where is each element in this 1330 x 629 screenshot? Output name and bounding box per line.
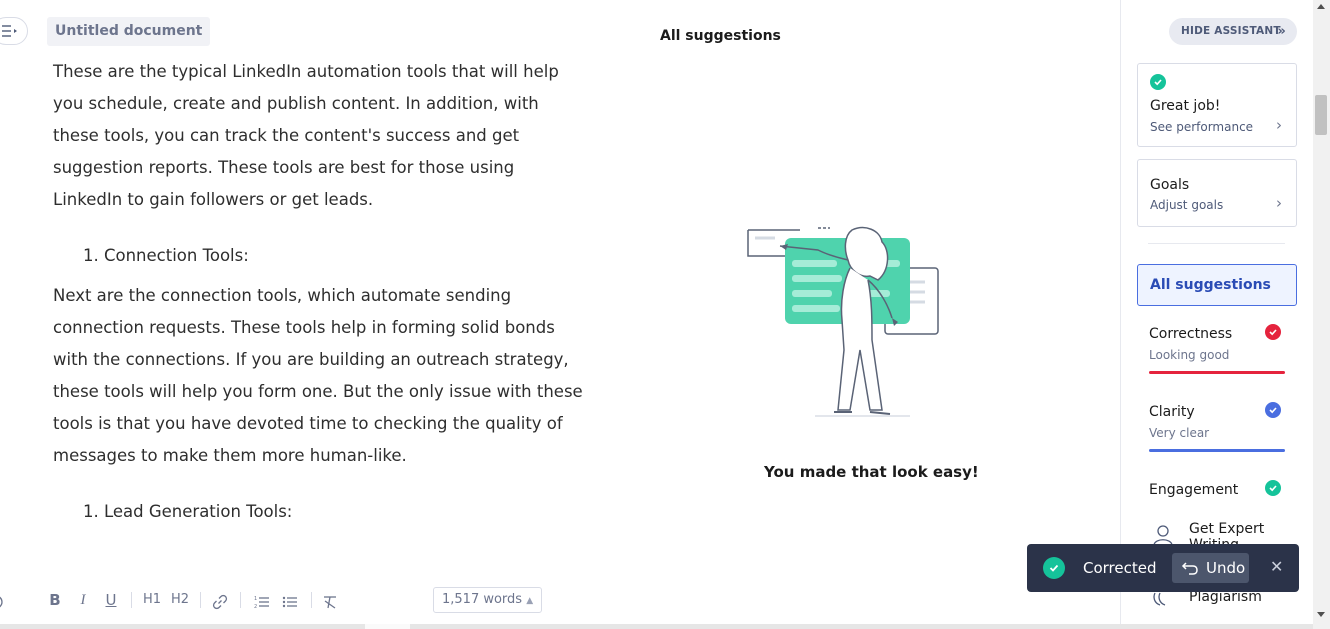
numbered-list-icon[interactable]: 1 2 xyxy=(254,592,270,612)
check-circle-icon xyxy=(1043,557,1065,579)
great-job-title: Great job! xyxy=(1150,98,1221,114)
sidebar-divider xyxy=(1148,243,1285,244)
scroll-up-arrow[interactable] xyxy=(1317,4,1325,9)
corrected-toast: Corrected Undo ✕ xyxy=(1027,544,1299,592)
category-status: Very clear xyxy=(1149,426,1210,440)
person-with-screens-illustration xyxy=(747,226,939,417)
scroll-down-arrow[interactable] xyxy=(1317,612,1325,617)
double-chevron-right-icon: » xyxy=(1277,24,1286,39)
category-progress-bar xyxy=(1149,449,1285,452)
bulleted-list-icon[interactable] xyxy=(282,592,298,612)
document-title[interactable]: Untitled document xyxy=(47,17,211,46)
menu-toggle-button[interactable] xyxy=(0,17,28,45)
scroll-thumb[interactable] xyxy=(1315,95,1327,135)
paragraph-line: you schedule, create and publish content… xyxy=(53,94,539,113)
category-title: Engagement xyxy=(1149,482,1239,498)
partial-circle-icon[interactable] xyxy=(0,592,6,612)
underline-button[interactable]: U xyxy=(104,590,118,610)
heading2-button[interactable]: H2 xyxy=(170,590,190,610)
great-job-card[interactable]: Great job! See performance › xyxy=(1137,63,1297,147)
success-message: You made that look easy! xyxy=(764,463,979,481)
paragraph-line: tools is that you have devoted time to c… xyxy=(53,414,563,433)
category-title: Correctness xyxy=(1149,326,1233,342)
word-count-label: 1,517 words xyxy=(442,592,523,607)
goals-card[interactable]: Goals Adjust goals › xyxy=(1137,159,1297,227)
paragraph-line: LinkedIn to gain followers or get leads. xyxy=(53,190,374,209)
adjust-goals-link: Adjust goals xyxy=(1150,198,1224,212)
bold-button[interactable]: B xyxy=(48,590,62,610)
chevron-right-icon: › xyxy=(1276,116,1282,134)
category-correctness[interactable]: Correctness Looking good xyxy=(1149,324,1285,374)
category-engagement[interactable]: Engagement xyxy=(1149,480,1285,502)
see-performance-link: See performance xyxy=(1150,120,1254,134)
undo-button[interactable]: Undo xyxy=(1172,553,1249,583)
caret-up-icon: ▲ xyxy=(526,596,534,606)
svg-text:2: 2 xyxy=(254,604,257,610)
check-circle-icon xyxy=(1265,480,1281,496)
paragraph-line: suggestion reports. These tools are best… xyxy=(53,158,515,177)
goals-title: Goals xyxy=(1150,177,1190,193)
category-clarity[interactable]: Clarity Very clear xyxy=(1149,402,1285,452)
paragraph-line: connection requests. These tools help in… xyxy=(53,318,555,337)
check-circle-icon xyxy=(1265,324,1281,340)
category-status: Looking good xyxy=(1149,348,1230,362)
paragraph-line: with the connections. If you are buildin… xyxy=(53,350,569,369)
paragraph-line: messages to make them more human-like. xyxy=(53,446,407,465)
paragraph-line: These are the typical LinkedIn automatio… xyxy=(53,62,559,81)
category-progress-bar xyxy=(1149,371,1285,374)
category-title: Clarity xyxy=(1149,404,1195,420)
clear-format-icon[interactable] xyxy=(322,592,338,612)
paragraph-line: these tools will help you form one. But … xyxy=(53,382,583,401)
word-count-button[interactable]: 1,517 words ▲ xyxy=(433,587,543,613)
undo-label: Undo xyxy=(1206,559,1246,577)
hide-assistant-button[interactable]: HIDE ASSISTANT » xyxy=(1169,18,1297,45)
menu-icon xyxy=(2,25,17,37)
svg-text:1: 1 xyxy=(254,596,257,602)
expert-person-icon xyxy=(1153,525,1173,546)
check-circle-icon xyxy=(1265,402,1281,418)
list-item-heading: 1. Connection Tools: xyxy=(83,246,249,265)
check-circle-icon xyxy=(1150,74,1166,90)
close-icon[interactable]: ✕ xyxy=(1270,557,1283,576)
suggestions-heading: All suggestions xyxy=(660,28,781,44)
list-item-heading: 1. Lead Generation Tools: xyxy=(83,502,293,521)
horizontal-scroll-thumb[interactable] xyxy=(365,624,410,629)
hide-assistant-label: HIDE ASSISTANT xyxy=(1181,25,1281,37)
document-editor[interactable]: These are the typical LinkedIn automatio… xyxy=(53,56,583,528)
italic-button[interactable]: I xyxy=(76,590,90,610)
undo-icon xyxy=(1181,562,1198,575)
paragraph-line: these tools, you can track the content's… xyxy=(53,126,520,145)
all-suggestions-tab[interactable]: All suggestions xyxy=(1137,264,1297,306)
heading1-button[interactable]: H1 xyxy=(142,590,162,610)
horizontal-scrollbar[interactable] xyxy=(0,624,1313,629)
paragraph-line: Next are the connection tools, which aut… xyxy=(53,286,512,305)
chevron-right-icon: › xyxy=(1276,194,1282,212)
link-icon[interactable] xyxy=(212,592,228,612)
toast-message: Corrected xyxy=(1083,559,1157,577)
